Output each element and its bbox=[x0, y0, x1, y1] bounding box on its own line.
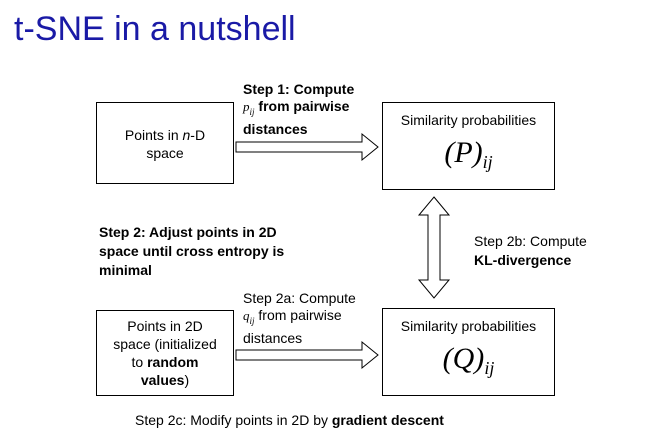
step2a-arrow bbox=[235, 340, 379, 370]
arrows-layer bbox=[235, 132, 451, 370]
kl-divergence-arrow bbox=[417, 196, 451, 299]
step1-arrow bbox=[235, 132, 379, 162]
